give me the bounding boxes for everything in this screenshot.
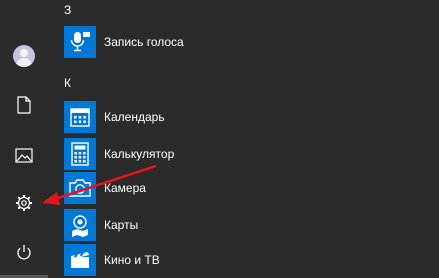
image-icon bbox=[15, 147, 33, 163]
calculator-icon bbox=[71, 142, 89, 166]
app-label: Калькулятор bbox=[104, 147, 175, 161]
start-menu-rail bbox=[0, 0, 48, 278]
app-calculator[interactable]: Калькулятор bbox=[60, 138, 430, 170]
group-header-z[interactable]: З bbox=[64, 3, 71, 17]
pictures-button[interactable] bbox=[0, 137, 48, 173]
user-account-button[interactable] bbox=[0, 38, 48, 74]
camera-icon bbox=[69, 179, 91, 197]
app-calendar[interactable]: Календарь bbox=[60, 101, 430, 133]
settings-button[interactable] bbox=[0, 185, 48, 221]
calendar-icon bbox=[70, 108, 90, 127]
power-button[interactable] bbox=[0, 234, 48, 270]
app-label: Камера bbox=[104, 181, 146, 195]
app-tile bbox=[64, 172, 96, 204]
microphone-icon bbox=[70, 32, 90, 52]
document-icon bbox=[17, 96, 31, 114]
app-tile bbox=[64, 101, 96, 133]
app-tile bbox=[64, 26, 96, 58]
app-tile bbox=[64, 138, 96, 170]
user-avatar-icon bbox=[13, 45, 35, 67]
documents-button[interactable] bbox=[0, 87, 48, 123]
map-icon bbox=[72, 215, 88, 237]
app-maps[interactable]: Карты bbox=[60, 209, 430, 241]
power-icon bbox=[17, 244, 31, 259]
group-header-k[interactable]: К bbox=[64, 76, 71, 90]
app-movies-tv[interactable]: Кино и ТВ bbox=[60, 244, 430, 276]
app-camera[interactable]: Камера bbox=[60, 172, 430, 204]
app-label: Календарь bbox=[104, 110, 165, 124]
app-tile bbox=[64, 209, 96, 241]
gear-icon bbox=[16, 195, 32, 211]
app-voice-recorder[interactable]: Запись голоса bbox=[60, 26, 430, 58]
app-label: Кино и ТВ bbox=[104, 253, 160, 267]
app-tile bbox=[64, 244, 96, 276]
film-icon bbox=[71, 252, 89, 268]
app-label: Запись голоса bbox=[104, 35, 184, 49]
app-label: Карты bbox=[104, 218, 139, 232]
